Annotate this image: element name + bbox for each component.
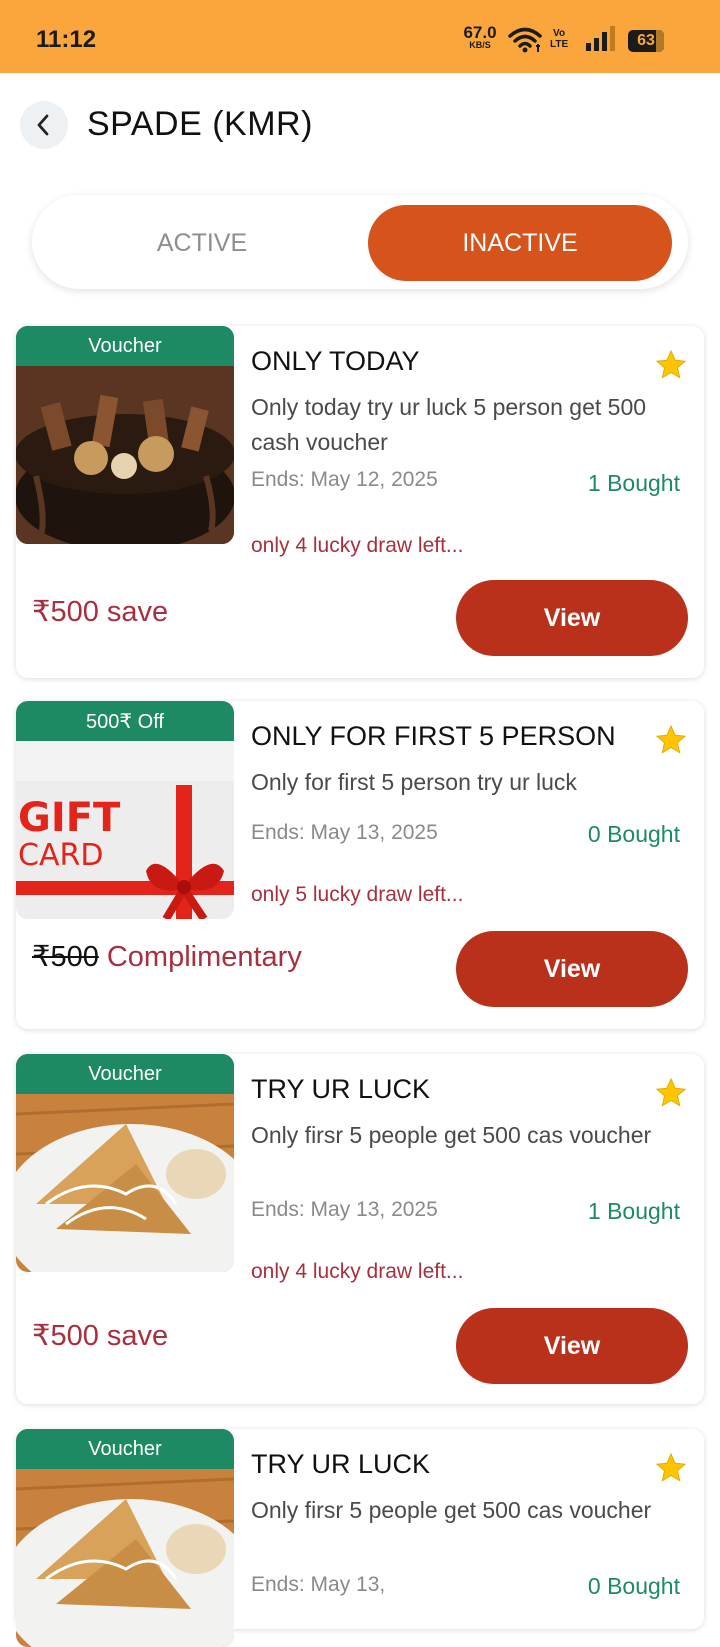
offer-image-sandwich-plate: Voucher: [16, 1054, 234, 1272]
offer-card[interactable]: Voucher TRY UR LUCK Only firsr 5 people …: [16, 1054, 704, 1404]
view-button[interactable]: View: [456, 580, 688, 656]
status-bar: 11:12 67.0 KB/S Vo LTE 63: [0, 0, 720, 73]
star-icon[interactable]: [654, 1076, 688, 1110]
offer-card[interactable]: Voucher TRY UR LUCK Only firsr 5 people …: [16, 1429, 704, 1647]
offer-image-sandwich-plate: Voucher: [16, 1429, 234, 1647]
offer-ribbon: Voucher: [16, 1429, 234, 1469]
offer-end-date: Ends: May 13,: [251, 1573, 386, 1596]
signal-icon: [586, 26, 615, 51]
bought-count: 1 Bought: [587, 470, 680, 496]
offer-end-date: Ends: May 13, 2025: [251, 1198, 438, 1221]
tab-active[interactable]: ACTIVE: [42, 205, 362, 281]
view-button[interactable]: View: [456, 1308, 688, 1384]
offer-title: ONLY FOR FIRST 5 PERSON: [251, 721, 616, 751]
wifi-icon: [508, 27, 542, 53]
draws-left: only 5 lucky draw left...: [251, 883, 464, 906]
bought-count: 1 Bought: [587, 1198, 680, 1224]
star-icon[interactable]: [654, 1451, 688, 1485]
back-button[interactable]: [20, 101, 68, 149]
original-price: ₹500: [32, 941, 99, 973]
offer-title: TRY UR LUCK: [251, 1074, 431, 1104]
status-time: 11:12: [36, 26, 97, 53]
offer-description: Only for first 5 person try ur luck: [251, 769, 577, 795]
offer-description: Only firsr 5 people get 500 cas voucher: [251, 1497, 652, 1523]
draws-left: only 4 lucky draw left...: [251, 534, 464, 557]
offer-card[interactable]: GIFT CARD 500₹ Off ONLY FOR FIRST 5 PERS…: [16, 701, 704, 1029]
gift-text: GIFT: [18, 795, 121, 841]
offer-price: ₹500 Complimentary: [32, 941, 302, 973]
volte-icon: Vo LTE: [550, 28, 569, 50]
star-icon[interactable]: [654, 723, 688, 757]
network-speed: 67.0 KB/S: [463, 23, 497, 50]
offer-title: TRY UR LUCK: [251, 1449, 431, 1479]
view-button[interactable]: View: [456, 931, 688, 1007]
offer-price: ₹500 save: [32, 1320, 169, 1352]
offer-image-chocolate-cake: Voucher: [16, 326, 234, 544]
page-title: SPADE (KMR): [87, 105, 313, 143]
offer-end-date: Ends: May 13, 2025: [251, 821, 438, 844]
offer-image-gift-card: GIFT CARD 500₹ Off: [16, 701, 234, 919]
bought-count: 0 Bought: [587, 821, 680, 847]
offer-title: ONLY TODAY: [251, 346, 420, 376]
offer-ribbon: Voucher: [16, 326, 234, 366]
offer-card[interactable]: Voucher ONLY TODAY Only today try ur luc…: [16, 326, 704, 678]
offer-description: Only today try ur luck 5 person get 500 …: [251, 394, 647, 455]
chevron-left-icon: [37, 114, 49, 136]
card-text: CARD: [18, 838, 103, 873]
offer-ribbon: Voucher: [16, 1054, 234, 1094]
bought-count: 0 Bought: [587, 1573, 680, 1599]
status-tabs: ACTIVE INACTIVE: [32, 195, 688, 289]
offer-ribbon: 500₹ Off: [16, 701, 234, 741]
battery-icon: 63: [628, 30, 664, 52]
offer-end-date: Ends: May 12, 2025: [251, 468, 438, 491]
offer-description: Only firsr 5 people get 500 cas voucher: [251, 1122, 652, 1148]
tab-inactive[interactable]: INACTIVE: [368, 205, 672, 281]
app-header: SPADE (KMR): [0, 73, 720, 183]
offer-price: ₹500 save: [32, 596, 169, 628]
draws-left: only 4 lucky draw left...: [251, 1260, 464, 1283]
star-icon[interactable]: [654, 348, 688, 382]
